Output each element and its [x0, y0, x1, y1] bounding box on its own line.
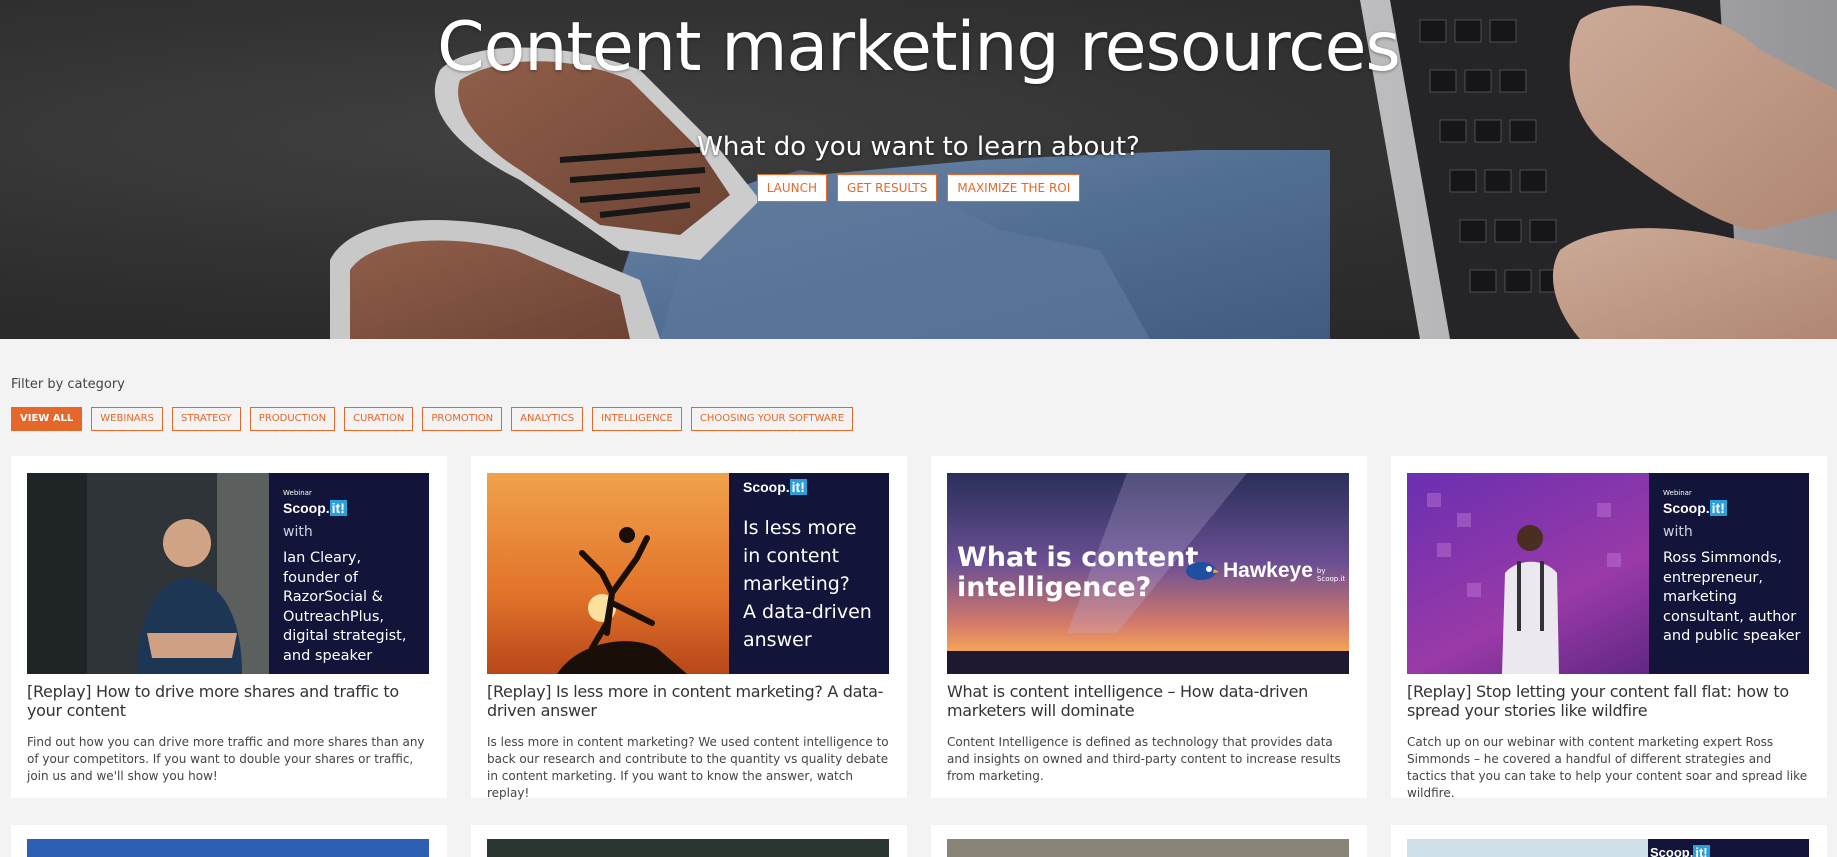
hero-topic-buttons: LAUNCH GET RESULTS MAXIMIZE THE ROI [0, 174, 1837, 202]
card-thumbnail[interactable]: What is content intelligence? Hawkeye by… [947, 473, 1349, 674]
filter-strategy[interactable]: STRATEGY [171, 407, 241, 431]
speaker-bio: Ross Simmonds, entrepreneur, marketing c… [1663, 550, 1801, 644]
card-info-panel: Webinar Scoop. it! with Ross Simmonds, en… [1649, 473, 1809, 674]
hero-subtitle: What do you want to learn about? [697, 132, 1140, 162]
scoopit-logo: Scoop. it! [1650, 845, 1710, 857]
card-info-panel: Webinar Scoop. it! with Ian Cleary, found… [269, 473, 429, 674]
launch-button[interactable]: LAUNCH [756, 174, 828, 202]
card-thumbnail[interactable]: Webinar Scoop. it! with Ian Cleary, found… [27, 473, 429, 674]
card-thumbnail[interactable] [487, 839, 889, 857]
webinar-topic: Is less more in content marketing? A dat… [743, 517, 872, 651]
card-title[interactable]: [Replay] Is less more in content marketi… [487, 682, 891, 720]
page-title: Content marketing resources [437, 8, 1401, 87]
card-info-panel: Scoop. it! Is less more in content market… [729, 473, 889, 674]
resource-card[interactable]: Scoop. it! Is less more in content market… [471, 456, 907, 800]
filter-curation[interactable]: CURATION [344, 407, 414, 431]
category-filter-bar: VIEW ALL WEBINARS STRATEGY PRODUCTION CU… [11, 407, 854, 431]
filter-intelligence[interactable]: INTELLIGENCE [592, 407, 682, 431]
get-results-button[interactable]: GET RESULTS [837, 174, 938, 202]
with-text: with [283, 524, 313, 540]
card-thumbnail[interactable]: Webinar Scoop. it! with Ross Simmonds, en… [1407, 473, 1809, 674]
webinar-tag: Webinar [1663, 489, 1692, 497]
resource-card[interactable] [471, 825, 907, 857]
filter-analytics[interactable]: ANALYTICS [511, 407, 584, 431]
resource-card[interactable]: Webinar Scoop. it! with Ian Cleary, found… [11, 456, 447, 798]
card-description: Content Intelligence is defined as techn… [947, 735, 1341, 783]
card-thumbnail[interactable]: Scoop. it! Is less more in content market… [487, 473, 889, 674]
maximize-roi-button[interactable]: MAXIMIZE THE ROI [947, 174, 1081, 202]
card-title[interactable]: [Replay] How to drive more shares and tr… [27, 682, 431, 720]
card-thumbnail[interactable] [27, 839, 429, 857]
scoopit-logo: Scoop. it! [1663, 500, 1727, 516]
hero-banner: Content marketing resources What do you … [0, 0, 1837, 339]
speaker-bio: Ian Cleary, founder of RazorSocial & Out… [283, 550, 407, 664]
eagle-icon [1185, 560, 1219, 582]
card-title[interactable]: [Replay] Stop letting your content fall … [1407, 682, 1811, 720]
scoopit-logo: Scoop. it! [743, 479, 807, 495]
with-text: with [1663, 524, 1693, 540]
filter-choosing-software[interactable]: CHOOSING YOUR SOFTWARE [690, 407, 854, 431]
filter-production[interactable]: PRODUCTION [249, 407, 336, 431]
resource-card[interactable] [11, 825, 447, 857]
card-thumbnail[interactable]: Scoop. it! [1407, 839, 1809, 857]
webinar-tag: Webinar [283, 489, 312, 497]
card-title[interactable]: What is content intelligence – How data-… [947, 682, 1351, 720]
card-description: Is less more in content marketing? We us… [487, 735, 889, 800]
hawkeye-logo: Hawkeye by Scoop.it [1185, 559, 1349, 583]
filter-view-all[interactable]: VIEW ALL [11, 407, 83, 431]
filter-label: Filter by category [11, 377, 125, 392]
card-description: Find out how you can drive more traffic … [27, 735, 425, 783]
filter-webinars[interactable]: WEBINARS [91, 407, 163, 431]
resource-card[interactable]: Webinar Scoop. it! with Ross Simmonds, en… [1391, 456, 1827, 800]
resource-card[interactable] [931, 825, 1367, 857]
resource-card[interactable]: Scoop. it! [1391, 825, 1827, 857]
thumbnail-headline: What is content intelligence? [957, 542, 1199, 603]
card-thumbnail[interactable] [947, 839, 1349, 857]
scoopit-logo: Scoop. it! [283, 500, 347, 516]
resource-card[interactable]: What is content intelligence? Hawkeye by… [931, 456, 1367, 798]
card-description: Catch up on our webinar with content mar… [1407, 735, 1808, 800]
filter-promotion[interactable]: PROMOTION [422, 407, 503, 431]
